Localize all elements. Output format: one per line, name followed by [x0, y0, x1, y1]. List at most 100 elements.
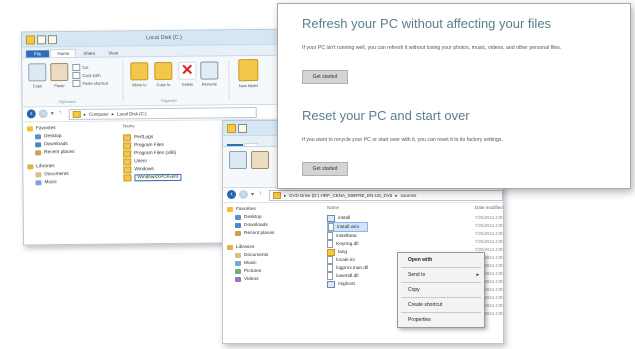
list-item-renaming[interactable]: WindowsXPDrivers: [123, 173, 182, 182]
file-list: install install.wim instelbeta Keyring.d…: [327, 214, 369, 288]
tab-home[interactable]: [244, 143, 258, 146]
desktop-icon: [235, 214, 241, 220]
file-icon: [327, 280, 335, 288]
file-icon: [327, 272, 333, 280]
list-item-selected[interactable]: install.wim: [327, 222, 369, 232]
file-icon: [327, 232, 333, 240]
new-folder-icon[interactable]: [47, 35, 58, 45]
reset-description: If you want to recycle your PC or start …: [302, 137, 503, 143]
new-folder-button[interactable]: New folder: [238, 59, 259, 88]
refresh-get-started-button[interactable]: Get started: [302, 70, 348, 84]
copy-button[interactable]: [229, 151, 247, 171]
breadcrumb-sources[interactable]: sources: [401, 193, 417, 198]
copy-to-button[interactable]: Copy to: [154, 61, 173, 87]
menu-item-copy[interactable]: Copy: [398, 285, 484, 295]
forward-button[interactable]: ›: [38, 109, 48, 119]
list-item[interactable]: instelbeta: [327, 232, 368, 240]
address-bar[interactable]: ▸ DVD Drive (D:) HRP_CENA_X86FRE_EN-US_D…: [269, 190, 503, 201]
ribbon: Copy Paste Cut Copy path Paste shortcut …: [22, 55, 307, 108]
date-cell: 7/25/2012 4:00 PM: [475, 215, 504, 220]
breadcrumb-local-disk[interactable]: Local Disk (C:): [117, 111, 147, 116]
up-arrow-icon[interactable]: ↑: [59, 110, 62, 116]
back-button[interactable]: ‹: [26, 109, 36, 119]
menu-item-properties[interactable]: Properties: [398, 315, 484, 325]
nav-downloads[interactable]: Downloads: [227, 221, 315, 229]
forward-button[interactable]: ›: [239, 190, 248, 199]
nav-recent-places[interactable]: Recent places: [227, 229, 315, 237]
refresh-description: If your PC isn't running well, you can r…: [302, 45, 562, 51]
file-icon: [327, 214, 335, 222]
menu-item-create-shortcut[interactable]: Create shortcut: [398, 300, 484, 310]
back-button[interactable]: ‹: [227, 190, 236, 199]
copy-button[interactable]: Copy: [28, 63, 47, 88]
folder-icon[interactable]: [227, 124, 236, 133]
nav-music[interactable]: Music: [227, 259, 315, 267]
list-item[interactable]: lang: [327, 248, 368, 256]
music-icon: [235, 260, 241, 266]
list-item[interactable]: install: [327, 214, 368, 222]
recent-locations-icon[interactable]: ▾: [51, 110, 54, 117]
scissors-icon: [72, 63, 81, 71]
nav-favorites[interactable]: Favorites: [227, 205, 315, 213]
paste-button[interactable]: Paste: [50, 63, 69, 88]
list-item[interactable]: logprov.man.dll: [327, 264, 368, 272]
move-to-button[interactable]: Move to: [130, 62, 149, 87]
nav-videos[interactable]: Videos: [227, 275, 315, 283]
list-item[interactable]: loweridl.dll: [327, 272, 368, 280]
delete-button[interactable]: ✕ Delete: [178, 61, 197, 87]
navigation-pane: Favorites Desktop Downloads Recent place…: [26, 124, 116, 187]
paste-button[interactable]: [251, 151, 269, 171]
tab-view[interactable]: View: [102, 49, 124, 56]
title-bar: Local Disk (C:): [21, 29, 307, 48]
menu-item-send-to[interactable]: Send to ▸: [398, 270, 484, 280]
copy-path-button[interactable]: Copy path: [72, 71, 101, 79]
list-item[interactable]: mighost: [327, 280, 368, 288]
column-header-name[interactable]: Name: [123, 123, 135, 128]
navigation-pane: Favorites Desktop Downloads Recent place…: [227, 205, 315, 283]
paste-icon: [50, 63, 69, 82]
folder-icon: [123, 173, 132, 181]
rename-input[interactable]: WindowsXPDrivers: [134, 173, 182, 181]
videos-icon: [235, 276, 241, 282]
tab-share[interactable]: Share: [77, 50, 101, 57]
cut-button[interactable]: Cut: [72, 63, 89, 71]
desktop-icon: [34, 133, 42, 139]
nav-music[interactable]: Music: [27, 178, 115, 187]
paste-shortcut-button[interactable]: Paste shortcut: [72, 79, 108, 87]
recent-locations-icon[interactable]: ▾: [251, 191, 254, 198]
delete-icon: ✕: [178, 61, 197, 80]
nav-pictures[interactable]: Pictures: [227, 267, 315, 275]
folder-icon[interactable]: [25, 35, 36, 45]
nav-libraries[interactable]: Libraries: [227, 243, 315, 251]
file-list: PerfLogs Program Files Program Files (x8…: [122, 133, 182, 182]
nav-desktop[interactable]: Desktop: [227, 213, 315, 221]
pictures-icon: [235, 268, 241, 274]
properties-icon[interactable]: [36, 35, 47, 45]
properties-icon[interactable]: [238, 124, 247, 133]
folder-icon: [123, 157, 132, 165]
tab-file[interactable]: File: [26, 50, 50, 58]
up-arrow-icon[interactable]: ↑: [259, 191, 262, 197]
menu-item-open-with[interactable]: Open with: [398, 255, 484, 265]
documents-icon: [235, 252, 241, 258]
recent-places-icon: [35, 149, 42, 155]
breadcrumb-dvd-drive[interactable]: DVD Drive (D:) HRP_CENA_X86FRE_EN-US_DV5: [289, 193, 392, 198]
reset-get-started-button[interactable]: Get started: [302, 162, 348, 176]
list-item[interactable]: Keyring.dll: [327, 240, 368, 248]
column-header-date-modified[interactable]: Date modified: [475, 205, 503, 210]
rename-icon: [200, 61, 219, 80]
folder-icon: [123, 149, 132, 157]
rename-button[interactable]: Rename: [200, 61, 219, 87]
column-header-name[interactable]: Name: [327, 205, 339, 210]
tab-home[interactable]: Home: [50, 48, 77, 58]
menu-separator: [401, 267, 481, 268]
nav-documents[interactable]: Documents: [227, 251, 315, 259]
date-cell: 7/25/2012 4:00 PM: [475, 223, 504, 228]
pc-settings-panel: Refresh your PC without affecting your f…: [277, 3, 631, 189]
tab-file[interactable]: [227, 144, 243, 146]
menu-separator: [401, 312, 481, 313]
breadcrumb-computer[interactable]: Computer: [89, 112, 109, 117]
list-item[interactable]: locale.ini: [327, 256, 368, 264]
computer-icon: [72, 110, 81, 118]
tab-share[interactable]: [259, 144, 271, 146]
